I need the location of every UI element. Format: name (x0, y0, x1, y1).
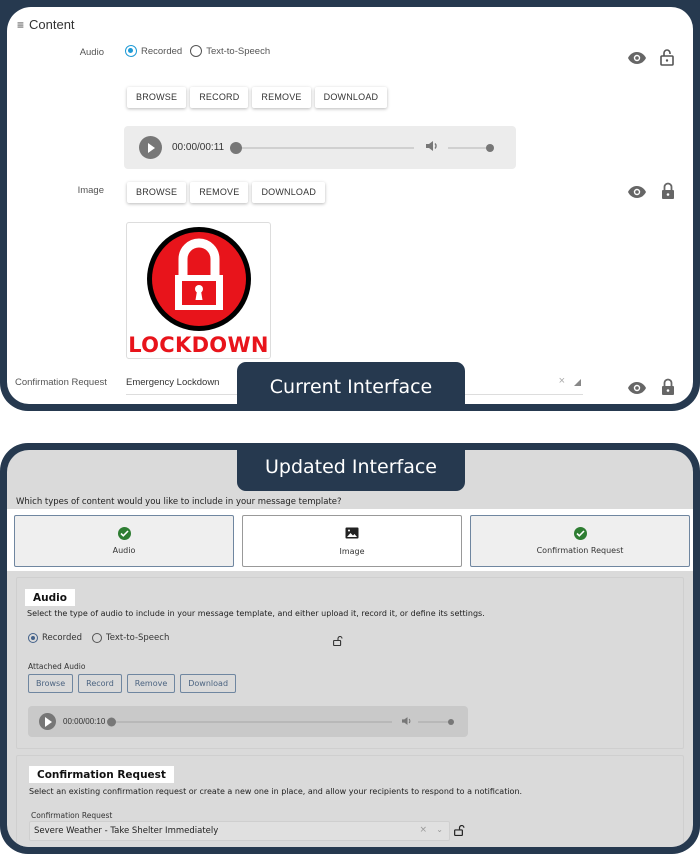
confirmation-value: Emergency Lockdown (126, 377, 220, 388)
audio-type-radio-group: Recorded Text-to-Speech (28, 633, 169, 643)
content-type-image-label: Image (339, 546, 365, 556)
audio-record-button[interactable]: Record (78, 674, 122, 693)
volume-slider[interactable] (418, 718, 455, 725)
volume-slider[interactable] (448, 143, 495, 152)
audio-download-button[interactable]: DOWNLOAD (314, 87, 388, 108)
audio-browse-button[interactable]: BROWSE (127, 87, 187, 108)
image-icon (345, 527, 359, 541)
eye-icon[interactable] (627, 381, 647, 395)
radio-text-to-speech[interactable] (92, 633, 102, 643)
audio-section: Audio Select the type of audio to includ… (16, 577, 684, 749)
current-interface-panel: ≡ Content Audio Recorded Text-to-Speech … (0, 0, 700, 411)
current-content-card: ≡ Content Audio Recorded Text-to-Speech … (7, 7, 693, 404)
unlocked-icon[interactable] (333, 633, 343, 651)
content-type-confirmation[interactable]: Confirmation Request (470, 515, 690, 567)
confirmation-section-description: Select an existing confirmation request … (29, 787, 523, 796)
radio-recorded-label: Recorded (141, 45, 183, 57)
content-title: Content (29, 17, 75, 32)
audio-player: 00:00/00:10 (28, 706, 468, 737)
seek-handle[interactable] (230, 141, 243, 154)
clear-icon[interactable]: × (559, 375, 565, 387)
unlocked-icon[interactable] (454, 823, 465, 841)
volume-icon[interactable] (426, 139, 440, 157)
radio-text-to-speech-label: Text-to-Speech (206, 45, 271, 57)
image-preview: LOCKDOWN (126, 222, 271, 359)
confirmation-section-title: Confirmation Request (29, 766, 174, 783)
audio-record-button[interactable]: RECORD (190, 87, 249, 108)
dropdown-arrow-icon[interactable] (574, 379, 581, 386)
clear-icon[interactable]: × (419, 825, 427, 835)
radio-text-to-speech-label: Text-to-Speech (106, 633, 170, 643)
image-label: Image (77, 185, 104, 196)
radio-recorded[interactable] (28, 633, 38, 643)
audio-remove-button[interactable]: Remove (126, 674, 176, 693)
audio-label: Audio (79, 47, 104, 58)
audio-browse-button[interactable]: Browse (28, 674, 74, 693)
audio-type-radio-group: Recorded Text-to-Speech (125, 45, 270, 57)
radio-recorded-label: Recorded (42, 633, 82, 643)
check-circle-icon (117, 527, 131, 540)
image-remove-button[interactable]: REMOVE (190, 182, 249, 203)
seek-handle[interactable] (107, 717, 117, 726)
audio-section-description: Select the type of audio to include in y… (27, 609, 485, 618)
content-header: ≡ Content (17, 17, 75, 32)
confirmation-label: Confirmation Request (15, 377, 107, 388)
audio-download-button[interactable]: Download (180, 674, 237, 693)
play-icon[interactable] (39, 713, 56, 730)
volume-handle[interactable] (448, 718, 455, 725)
volume-handle[interactable] (486, 143, 495, 152)
unlocked-icon[interactable] (659, 47, 675, 67)
audio-time: 00:00/00:10 (63, 717, 106, 726)
play-icon[interactable] (139, 136, 162, 159)
image-button-group: BROWSE REMOVE DOWNLOAD (127, 182, 326, 203)
content-type-audio-label: Audio (112, 546, 136, 555)
current-interface-tab: Current Interface (237, 362, 465, 411)
locked-icon[interactable] (660, 377, 676, 397)
content-type-audio[interactable]: Audio (14, 515, 234, 567)
lockdown-caption: LOCKDOWN (128, 333, 269, 357)
confirmation-section: Confirmation Request Select an existing … (16, 755, 684, 847)
volume-icon[interactable] (402, 713, 413, 731)
attached-audio-label: Attached Audio (28, 662, 86, 671)
audio-section-title: Audio (25, 589, 75, 606)
audio-player: 00:00/00:11 (124, 126, 516, 169)
radio-text-to-speech[interactable] (190, 45, 203, 57)
chevron-down-icon[interactable]: ⌄ (436, 825, 443, 834)
image-browse-button[interactable]: BROWSE (127, 182, 187, 203)
audio-time: 00:00/00:11 (172, 142, 225, 153)
updated-interface-panel: Which types of content would you like to… (0, 443, 700, 854)
locked-icon[interactable] (660, 181, 676, 201)
content-type-confirmation-label: Confirmation Request (536, 546, 624, 555)
content-type-selector: Audio Image Confirmation Request (7, 509, 693, 571)
confirmation-value: Severe Weather - Take Shelter Immediatel… (34, 826, 219, 836)
padlock-graphic (147, 227, 251, 331)
updated-interface-tab: Updated Interface (237, 443, 465, 491)
audio-button-group: Browse Record Remove Download (28, 674, 237, 693)
audio-seek-slider[interactable] (107, 717, 393, 726)
audio-remove-button[interactable]: REMOVE (252, 87, 311, 108)
audio-button-group: BROWSE RECORD REMOVE DOWNLOAD (127, 87, 388, 108)
updated-content-card: Which types of content would you like to… (7, 450, 693, 847)
check-circle-icon (573, 527, 587, 540)
image-download-button[interactable]: DOWNLOAD (252, 182, 326, 203)
hamburger-menu-icon[interactable]: ≡ (17, 18, 24, 32)
confirmation-request-select[interactable]: Severe Weather - Take Shelter Immediatel… (29, 821, 450, 841)
content-type-question: Which types of content would you like to… (16, 497, 342, 507)
confirmation-field-label: Confirmation Request (31, 811, 113, 820)
content-type-image[interactable]: Image (242, 515, 462, 567)
eye-icon[interactable] (627, 51, 647, 65)
eye-icon[interactable] (627, 185, 647, 199)
audio-seek-slider[interactable] (230, 141, 415, 154)
radio-recorded[interactable] (125, 45, 137, 57)
